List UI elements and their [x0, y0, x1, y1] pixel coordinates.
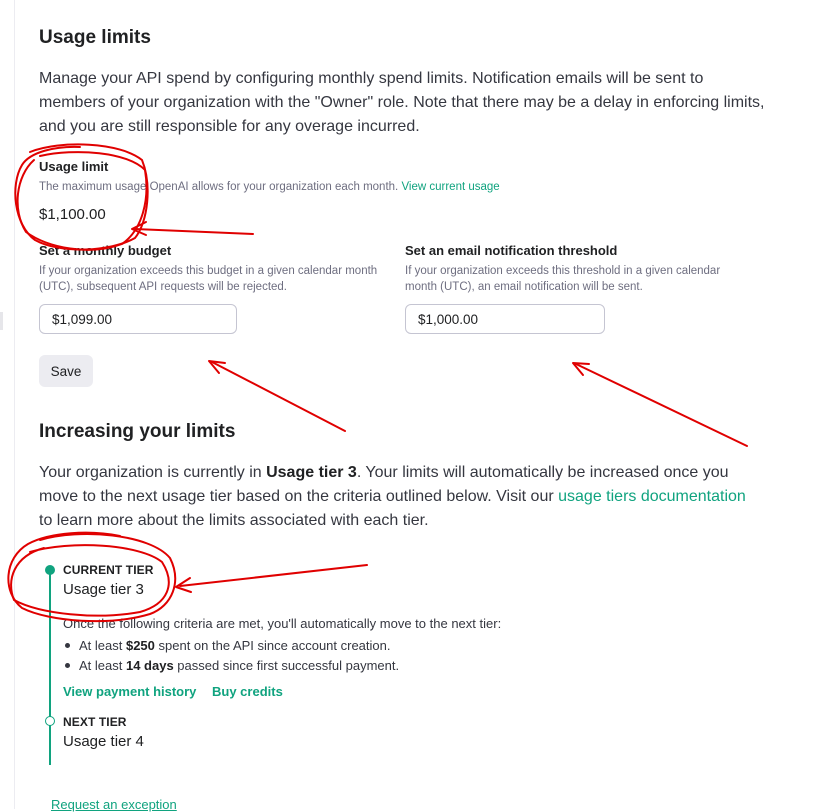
- criteria-item: At least $250 spent on the API since acc…: [63, 636, 399, 656]
- buy-credits-link[interactable]: Buy credits: [212, 684, 283, 699]
- current-tier-kicker: CURRENT TIER: [63, 563, 154, 577]
- left-divider: [14, 0, 15, 809]
- current-tier-name: Usage tier 3: [63, 581, 144, 598]
- tier-timeline-line: [49, 570, 51, 765]
- criteria-prefix: At least: [79, 638, 126, 653]
- next-tier-dot: [45, 716, 55, 726]
- current-tier-dot: [45, 565, 55, 575]
- criteria-item: At least 14 days passed since first succ…: [63, 656, 399, 676]
- next-tier-kicker: NEXT TIER: [63, 715, 127, 729]
- criteria-amount: $250: [125, 638, 155, 653]
- view-payment-history-link[interactable]: View payment history: [63, 684, 196, 699]
- bullet-dot: [65, 663, 70, 668]
- criteria-amount: 14 days: [125, 658, 174, 673]
- criteria-suffix: spent on the API since account creation.: [154, 638, 391, 653]
- sidebar-edge-handle: [0, 312, 3, 330]
- criteria-prefix: At least: [79, 658, 126, 673]
- tier-timeline: CURRENT TIER Usage tier 3 Once the follo…: [39, 0, 739, 812]
- criteria-intro: Once the following criteria are met, you…: [63, 616, 502, 631]
- next-tier-name: Usage tier 4: [63, 733, 144, 750]
- request-exception-link[interactable]: Request an exception: [51, 797, 177, 812]
- criteria-list: At least $250 spent on the API since acc…: [63, 636, 399, 676]
- bullet-dot: [65, 643, 70, 648]
- criteria-suffix: passed since first successful payment.: [173, 658, 400, 673]
